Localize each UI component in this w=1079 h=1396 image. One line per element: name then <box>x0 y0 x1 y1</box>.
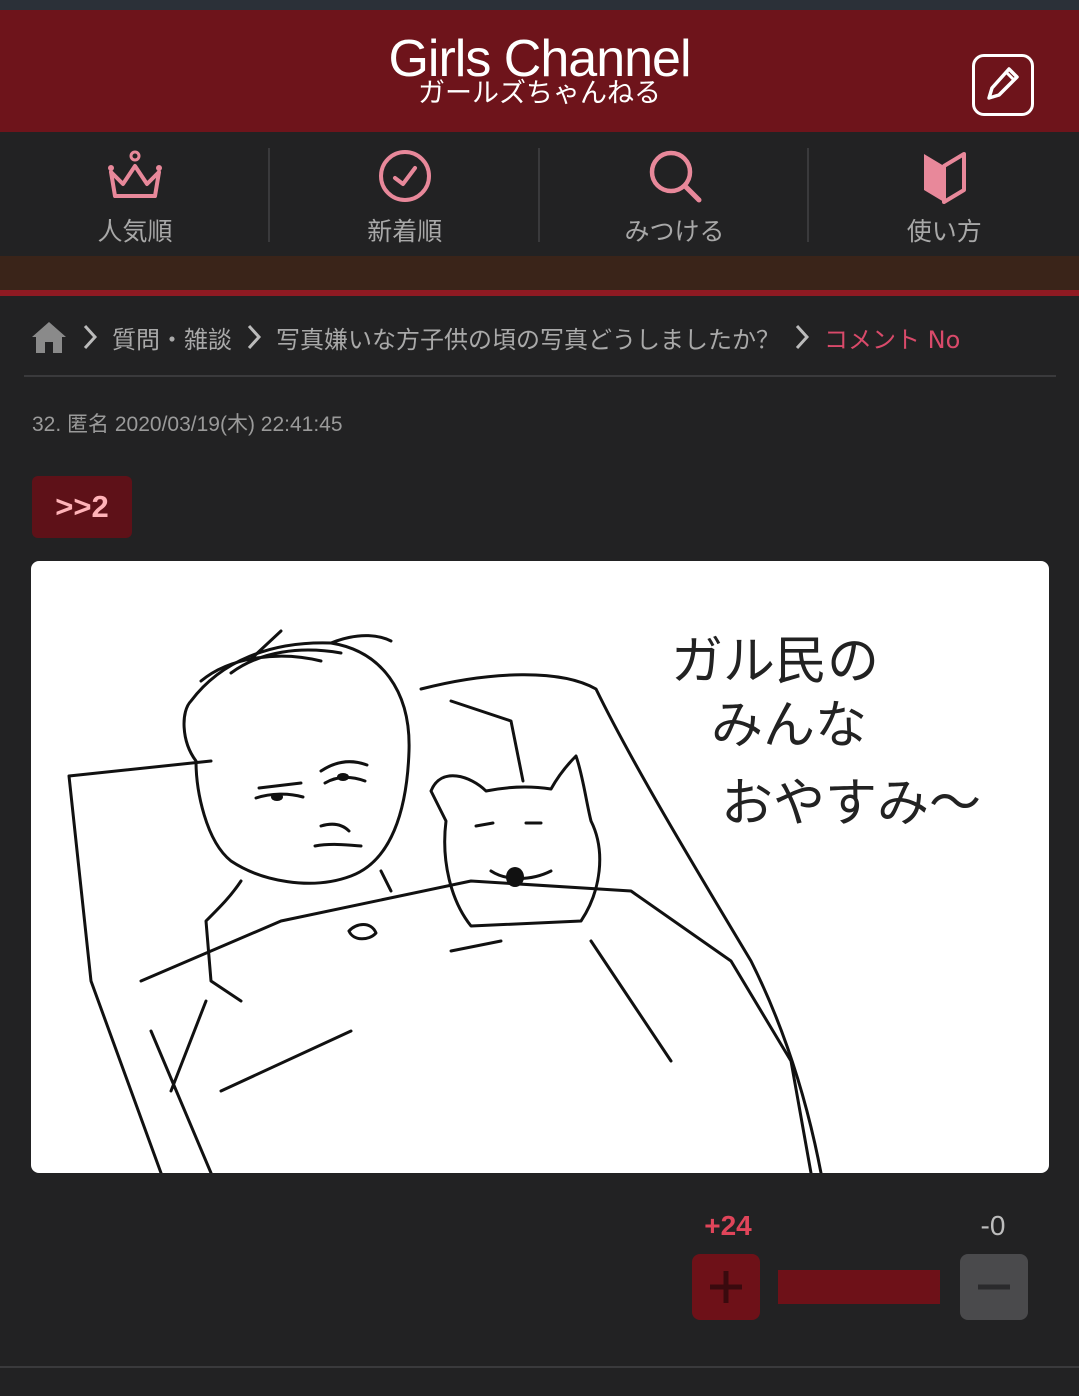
compose-icon <box>987 67 1019 100</box>
chevron-right-icon <box>247 324 262 350</box>
nav-popular[interactable]: 人気順 <box>0 132 270 256</box>
reply-anchor-link[interactable]: >>2 <box>32 476 132 538</box>
drawing-text-line-3: おやすみ〜 <box>721 774 981 834</box>
minus-count: -0 <box>980 1210 1006 1241</box>
breadcrumb-topic[interactable]: 写真嫌いな方子供の頃の写真どうしましたか？ <box>276 320 780 355</box>
nav-label: 人気順 <box>97 217 173 246</box>
breadcrumb-current: コメント No <box>824 325 961 354</box>
drawing-text-line-1: ガル民の <box>671 632 879 692</box>
vote-plus-button[interactable] <box>692 1254 760 1320</box>
minus-icon <box>978 1284 1010 1290</box>
chevron-right-icon <box>83 324 98 350</box>
comment-meta: 32. 匿名 2020/03/19(木) 22:41:45 <box>32 413 343 436</box>
breadcrumb-category[interactable]: 質問・雑談 <box>112 320 232 355</box>
site-logo[interactable]: Girls Channel ガールズちゃんねる <box>0 32 1079 108</box>
divider <box>24 375 1056 377</box>
nav-label: 使い方 <box>906 217 982 246</box>
nav-label: みつける <box>624 217 725 246</box>
clock-icon <box>378 150 431 202</box>
search-icon <box>649 150 701 203</box>
vote-ratio-fill <box>778 1270 940 1304</box>
chevron-right-icon <box>795 324 810 350</box>
nav-search[interactable]: みつける <box>540 132 810 256</box>
home-icon[interactable] <box>30 319 68 355</box>
site-header: Girls Channel ガールズちゃんねる <box>0 10 1079 132</box>
beginner-mark-icon <box>924 152 967 204</box>
divider <box>0 1366 1079 1368</box>
plus-icon <box>710 1271 742 1303</box>
vote-minus-button[interactable] <box>960 1254 1028 1320</box>
logo-japanese: ガールズちゃんねる <box>418 78 661 109</box>
nav-label: 新着順 <box>367 217 443 246</box>
plus-count: +24 <box>704 1210 752 1241</box>
post-topic-button[interactable] <box>972 54 1034 116</box>
sketch-drawing: ガル民の みんな おやすみ〜 <box>67 629 981 1173</box>
status-strip <box>0 0 1079 10</box>
breadcrumb: 質問・雑談 写真嫌いな方子供の頃の写真どうしましたか？ コメント No <box>30 314 1079 360</box>
vote-ratio-bar <box>778 1270 940 1304</box>
main-nav: 人気順 新着順 みつける 使い方 <box>0 132 1079 256</box>
nav-newest[interactable]: 新着順 <box>270 132 540 256</box>
nav-howto[interactable]: 使い方 <box>809 132 1079 256</box>
comment-image[interactable]: ガル民の みんな おやすみ〜 <box>31 561 1049 1173</box>
accent-line <box>0 290 1079 296</box>
ad-bar <box>0 256 1079 290</box>
crown-icon <box>108 150 162 198</box>
drawing-text-line-2: みんな <box>711 696 867 756</box>
